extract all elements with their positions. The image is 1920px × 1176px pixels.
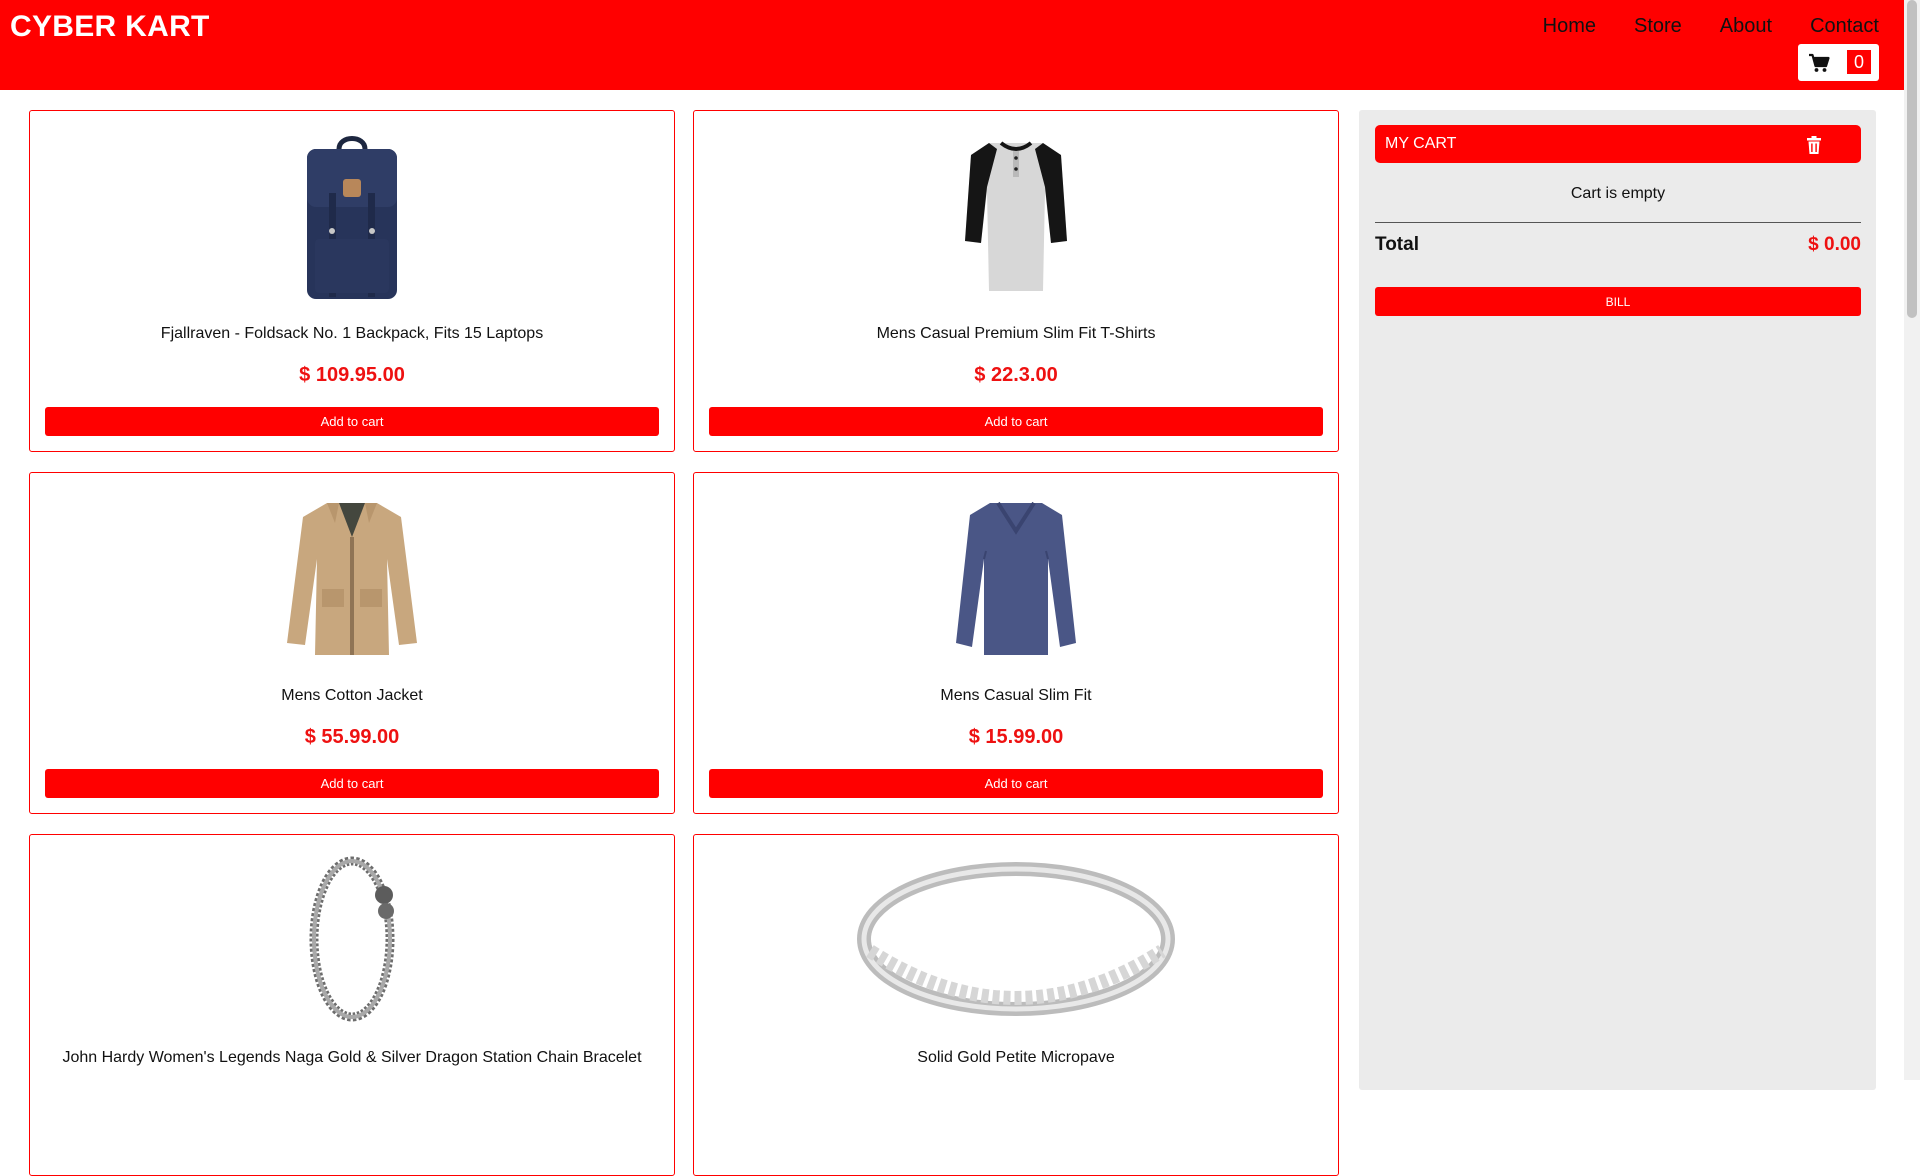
nav-home-link[interactable]: Home bbox=[1524, 15, 1615, 38]
product-card: Mens Casual Slim Fit $ 15.99.00 Add to c… bbox=[693, 472, 1339, 814]
product-title: Mens Casual Slim Fit bbox=[940, 687, 1092, 704]
add-to-cart-button[interactable]: Add to cart bbox=[709, 769, 1323, 798]
product-card: Mens Cotton Jacket $ 55.99.00 Add to car… bbox=[29, 472, 675, 814]
silver-ring-image[interactable] bbox=[694, 855, 1338, 1023]
top-navbar: CYBER KART Home Store About Contact 0 bbox=[0, 0, 1904, 90]
trash-icon[interactable] bbox=[1806, 136, 1822, 154]
navy-backpack-image[interactable] bbox=[30, 131, 674, 299]
khaki-jacket-image[interactable] bbox=[30, 493, 674, 661]
nav-about-link[interactable]: About bbox=[1701, 15, 1791, 38]
bill-button[interactable]: BILL bbox=[1375, 287, 1861, 316]
cart-panel: MY CART Cart is empty Total $ 0.00 BILL bbox=[1359, 110, 1876, 1090]
product-title: Mens Cotton Jacket bbox=[281, 687, 423, 704]
product-title: John Hardy Women's Legends Naga Gold & S… bbox=[62, 1049, 642, 1066]
product-card: John Hardy Women's Legends Naga Gold & S… bbox=[29, 834, 675, 1176]
product-title: Solid Gold Petite Micropave bbox=[917, 1049, 1115, 1066]
nav-contact-link[interactable]: Contact bbox=[1791, 15, 1879, 38]
product-card: Fjallraven - Foldsack No. 1 Backpack, Fi… bbox=[29, 110, 675, 452]
brand-logo[interactable]: CYBER KART bbox=[10, 10, 210, 44]
product-price: $ 109.95.00 bbox=[299, 364, 405, 386]
add-to-cart-button[interactable]: Add to cart bbox=[45, 407, 659, 436]
cart-header: MY CART bbox=[1375, 125, 1861, 163]
navy-longsleeve-image[interactable] bbox=[694, 493, 1338, 661]
cart-button[interactable]: 0 bbox=[1798, 44, 1879, 81]
dragon-bracelet-image[interactable] bbox=[30, 855, 674, 1023]
product-card: Mens Casual Premium Slim Fit T-Shirts $ … bbox=[693, 110, 1339, 452]
product-title: Fjallraven - Foldsack No. 1 Backpack, Fi… bbox=[160, 325, 544, 342]
product-price: $ 22.3.00 bbox=[974, 364, 1058, 386]
shopping-cart-icon bbox=[1808, 53, 1830, 73]
cart-count-badge: 0 bbox=[1847, 50, 1871, 74]
product-title: Mens Casual Premium Slim Fit T-Shirts bbox=[876, 325, 1156, 342]
nav-store-link[interactable]: Store bbox=[1615, 15, 1701, 38]
cart-empty-message: Cart is empty bbox=[1570, 185, 1666, 202]
cart-divider bbox=[1375, 222, 1861, 223]
total-value: $ 0.00 bbox=[1808, 234, 1861, 255]
scrollbar-thumb[interactable] bbox=[1907, 0, 1917, 318]
add-to-cart-button[interactable]: Add to cart bbox=[45, 769, 659, 798]
product-card: Solid Gold Petite Micropave bbox=[693, 834, 1339, 1176]
raglan-tshirt-image[interactable] bbox=[694, 131, 1338, 299]
add-to-cart-button[interactable]: Add to cart bbox=[709, 407, 1323, 436]
nav-links: Home Store About Contact bbox=[1524, 15, 1879, 38]
cart-title: MY CART bbox=[1385, 135, 1457, 152]
product-price: $ 55.99.00 bbox=[304, 726, 400, 748]
product-price: $ 15.99.00 bbox=[968, 726, 1064, 748]
total-label: Total bbox=[1375, 234, 1419, 255]
